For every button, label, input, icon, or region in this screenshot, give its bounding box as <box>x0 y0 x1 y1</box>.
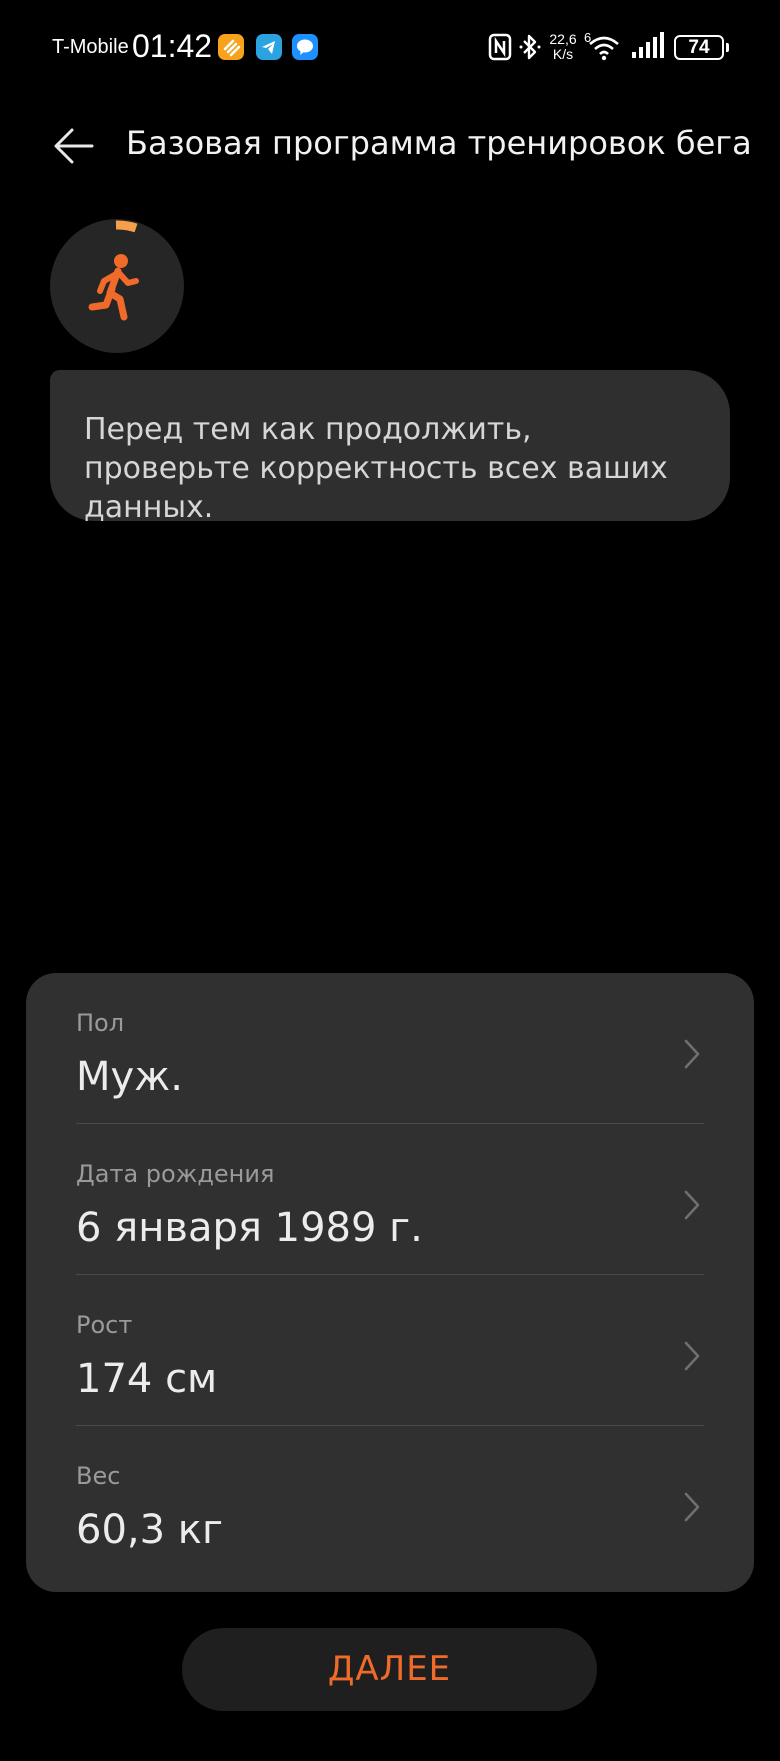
weight-label: Вес <box>76 1462 121 1490</box>
birthdate-value: 6 января 1989 г. <box>76 1205 423 1251</box>
gender-row[interactable]: Пол Муж. <box>76 973 704 1124</box>
battery-tip <box>726 43 729 52</box>
profile-card: Пол Муж. Дата рождения 6 января 1989 г. … <box>26 973 754 1592</box>
height-row[interactable]: Рост 174 см <box>76 1275 704 1426</box>
birthdate-row[interactable]: Дата рождения 6 января 1989 г. <box>76 1124 704 1275</box>
bluetooth-icon <box>519 34 541 60</box>
nfc-icon <box>488 33 512 61</box>
height-value: 174 см <box>76 1356 218 1402</box>
carrier-name: T-Mobile <box>52 36 129 58</box>
cellular-signal-icon <box>632 32 664 58</box>
battery-indicator: 74 <box>674 35 724 60</box>
network-speed-value: 22,6 <box>549 31 577 47</box>
telegram-icon <box>256 34 282 60</box>
page-title: Базовая программа тренировок бега <box>126 124 752 162</box>
back-button[interactable] <box>48 118 104 174</box>
messages-icon <box>292 34 318 60</box>
status-bar: T-Mobile 01:42 22,6 K/s 6 74 <box>0 0 780 100</box>
coach-avatar <box>50 219 184 353</box>
network-speed: 22,6 K/s <box>545 32 581 62</box>
chevron-right-icon <box>684 1341 700 1371</box>
height-label: Рост <box>76 1311 133 1339</box>
gender-label: Пол <box>76 1009 125 1037</box>
weight-value: 60,3 кг <box>76 1507 223 1553</box>
birthdate-label: Дата рождения <box>76 1160 275 1188</box>
chevron-right-icon <box>684 1039 700 1069</box>
message-bubble: Перед тем как продолжить, проверьте корр… <box>50 370 730 525</box>
arrow-left-icon <box>54 128 94 164</box>
wifi-icon <box>589 36 619 61</box>
next-button[interactable]: ДАЛЕЕ <box>182 1628 597 1711</box>
weight-row[interactable]: Вес 60,3 кг <box>76 1426 704 1577</box>
gender-value: Муж. <box>76 1054 183 1100</box>
running-person-icon <box>88 220 139 321</box>
chevron-right-icon <box>684 1190 700 1220</box>
notification-app-icon <box>218 34 244 60</box>
status-time: 01:42 <box>132 28 213 64</box>
network-speed-unit: K/s <box>552 46 574 62</box>
chevron-right-icon <box>684 1492 700 1522</box>
